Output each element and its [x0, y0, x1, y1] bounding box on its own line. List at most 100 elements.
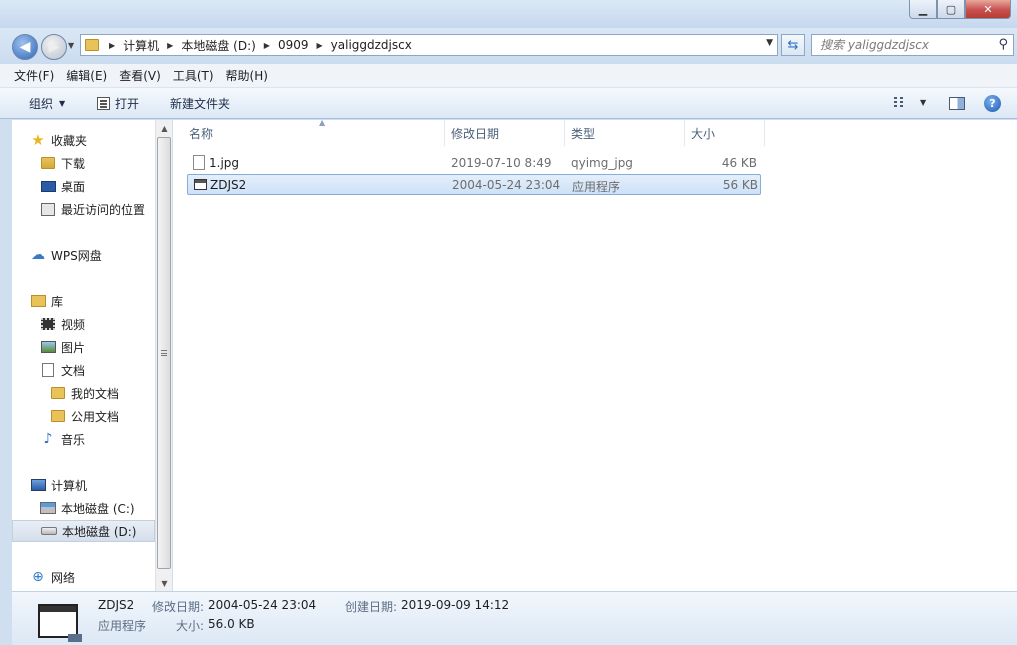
nav-drive-d[interactable]: 本地磁盘 (D:): [12, 520, 155, 542]
scroll-up-arrow-icon[interactable]: ▲: [156, 120, 173, 136]
nav-computer-label: 计算机: [51, 478, 88, 493]
details-size-value: 56.0 KB: [208, 617, 255, 631]
breadcrumb: ▶ 计算机 ▶ 本地磁盘 (D:) ▶ 0909 ▶ yaliggdzdjscx: [105, 37, 412, 54]
table-row[interactable]: ZDJS2 2004-05-24 23:04 应用程序 56 KB: [187, 174, 761, 195]
nav-documents[interactable]: 文档: [12, 359, 155, 381]
file-date: 2004-05-24 23:04: [452, 178, 561, 192]
file-size: 56 KB: [722, 178, 758, 192]
organize-button[interactable]: 组织 ▼: [29, 95, 65, 112]
file-icon: [193, 155, 205, 170]
sort-ascending-icon: ▲: [319, 118, 326, 127]
nav-libraries[interactable]: 库: [12, 290, 155, 312]
breadcrumb-computer[interactable]: 计算机: [123, 37, 159, 54]
video-icon: [40, 317, 56, 331]
nav-favorites-label: 收藏夹: [51, 133, 88, 148]
new-folder-button[interactable]: 新建文件夹: [170, 95, 230, 112]
folder-icon: [85, 39, 99, 51]
nav-videos[interactable]: 视频: [12, 313, 155, 335]
nav-public-documents[interactable]: 公用文档: [12, 405, 155, 427]
menu-file[interactable]: 文件(F): [14, 67, 54, 84]
details-pane: ZDJS2 修改日期: 2004-05-24 23:04 创建日期: 2019-…: [12, 591, 1017, 645]
menu-help[interactable]: 帮助(H): [226, 67, 268, 84]
downloads-folder-icon: [40, 156, 56, 170]
file-type: 应用程序: [572, 180, 621, 194]
system-drive-icon: [40, 501, 56, 515]
change-view-button[interactable]: ▼: [894, 96, 926, 108]
forward-button[interactable]: ▶: [41, 34, 67, 60]
nav-videos-label: 视频: [61, 317, 86, 332]
breadcrumb-current-folder[interactable]: yaliggdzdjscx: [331, 38, 412, 52]
details-view-icon: [894, 96, 910, 108]
nav-downloads-label: 下载: [61, 156, 86, 171]
nav-network[interactable]: ⊕ 网络: [12, 566, 155, 588]
file-type: qyimg_jpg: [571, 156, 633, 170]
nav-desktop[interactable]: 桌面: [12, 175, 155, 197]
back-button[interactable]: ◀: [12, 34, 38, 60]
menu-edit[interactable]: 编辑(E): [66, 67, 107, 84]
address-dropdown-icon[interactable]: ▼: [766, 38, 773, 48]
nav-music-label: 音乐: [61, 432, 86, 447]
maximize-button[interactable]: ▢: [937, 0, 965, 19]
nav-downloads[interactable]: 下载: [12, 152, 155, 174]
address-bar[interactable]: ▶ 计算机 ▶ 本地磁盘 (D:) ▶ 0909 ▶ yaliggdzdjscx…: [80, 34, 778, 56]
breadcrumb-drive-d[interactable]: 本地磁盘 (D:): [181, 37, 255, 54]
breadcrumb-chevron-icon[interactable]: ▶: [317, 41, 323, 50]
scroll-down-arrow-icon[interactable]: ▼: [156, 575, 173, 591]
details-created-label: 创建日期:: [345, 600, 398, 614]
breadcrumb-chevron-icon[interactable]: ▶: [264, 41, 270, 50]
file-date: 2019-07-10 8:49: [451, 156, 552, 170]
preview-pane-icon[interactable]: [949, 97, 965, 110]
nav-pictures-label: 图片: [61, 340, 86, 355]
details-file-name: ZDJS2: [98, 598, 135, 612]
music-icon: ♪: [43, 431, 53, 447]
close-button[interactable]: ✕: [965, 0, 1011, 19]
column-header-size[interactable]: 大小: [685, 120, 765, 146]
arrow-right-icon: ▶: [48, 39, 60, 55]
scrollbar-thumb[interactable]: [157, 137, 171, 569]
folder-icon: [50, 386, 66, 400]
nav-favorites[interactable]: ★ 收藏夹: [12, 129, 155, 151]
column-name-label: 名称: [189, 126, 214, 141]
column-header-date[interactable]: 修改日期: [445, 120, 565, 146]
chevron-down-icon[interactable]: ▼: [920, 98, 926, 107]
star-icon: ★: [31, 131, 45, 149]
search-input[interactable]: [820, 38, 990, 52]
breadcrumb-chevron-icon[interactable]: ▶: [167, 41, 173, 50]
nav-music[interactable]: ♪ 音乐: [12, 428, 155, 450]
file-name: 1.jpg: [209, 156, 240, 170]
search-box[interactable]: ⚲: [811, 34, 1014, 56]
breadcrumb-chevron-icon[interactable]: ▶: [109, 41, 115, 50]
open-button[interactable]: 打开: [97, 95, 139, 112]
nav-drive-c[interactable]: 本地磁盘 (C:): [12, 497, 155, 519]
new-folder-label: 新建文件夹: [170, 96, 231, 111]
organize-label: 组织: [29, 96, 54, 111]
breadcrumb-0909[interactable]: 0909: [278, 38, 309, 52]
application-icon: [38, 604, 82, 642]
nav-public-documents-label: 公用文档: [71, 409, 120, 424]
nav-wps-cloud-label: WPS网盘: [51, 248, 102, 263]
open-label: 打开: [115, 96, 140, 111]
column-size-label: 大小: [691, 126, 716, 141]
navigation-scrollbar[interactable]: ▲ ▼: [155, 120, 172, 591]
nav-my-documents[interactable]: 我的文档: [12, 382, 155, 404]
refresh-button[interactable]: ⇆: [781, 34, 805, 56]
nav-computer[interactable]: 计算机: [12, 474, 155, 496]
drive-icon: [41, 524, 57, 538]
menu-view[interactable]: 查看(V): [119, 67, 161, 84]
nav-desktop-label: 桌面: [61, 179, 86, 194]
nav-recent-places[interactable]: 最近访问的位置: [12, 198, 155, 220]
column-header-type[interactable]: 类型: [565, 120, 685, 146]
details-size-label: 大小:: [176, 619, 205, 633]
minimize-button[interactable]: ▁: [909, 0, 937, 19]
nav-wps-cloud[interactable]: ☁ WPS网盘: [12, 244, 155, 266]
search-icon[interactable]: ⚲: [998, 37, 1008, 52]
recent-pages-dropdown[interactable]: ▼: [68, 41, 74, 50]
command-bar: 组织 ▼ 打开 新建文件夹 ▼ ?: [0, 88, 1017, 119]
help-icon[interactable]: ?: [984, 95, 1001, 112]
menu-tools[interactable]: 工具(T): [173, 67, 214, 84]
nav-my-documents-label: 我的文档: [71, 386, 120, 401]
column-header-name[interactable]: 名称 ▲: [183, 118, 445, 146]
table-row[interactable]: 1.jpg 2019-07-10 8:49 qyimg_jpg 46 KB: [187, 153, 761, 174]
title-bar: ▁ ▢ ✕: [0, 0, 1017, 28]
nav-pictures[interactable]: 图片: [12, 336, 155, 358]
